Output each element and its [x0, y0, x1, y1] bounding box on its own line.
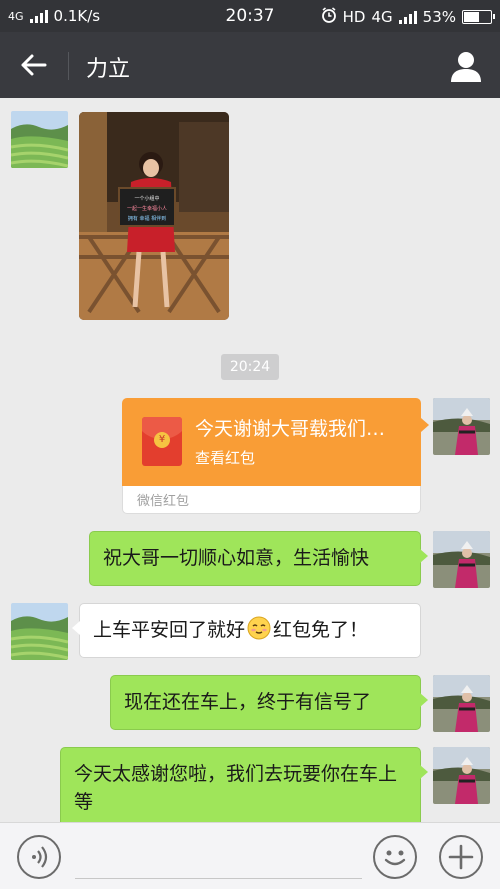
contact-avatar[interactable]	[11, 603, 68, 660]
status-bar: 4G 0.1K/s 20:37 HD 4G 53%	[0, 0, 500, 32]
battery-percent: 53%	[422, 8, 456, 26]
emoji-button[interactable]	[373, 835, 417, 879]
message-timestamp: 20:24	[221, 354, 279, 380]
voice-input-button[interactable]	[17, 835, 61, 879]
signal-strength-icon-right	[398, 10, 417, 24]
red-packet-title: 今天谢谢大哥载我们…	[195, 418, 386, 440]
self-avatar[interactable]	[433, 747, 490, 804]
more-functions-button[interactable]	[439, 835, 483, 879]
red-envelope-icon: ¥	[142, 417, 182, 466]
message-bubble-sent[interactable]: 现在还在车上，终于有信号了	[110, 675, 428, 730]
plus-icon	[448, 844, 474, 870]
photo-message[interactable]: 一个小组中 一起一生幸福小人 拥有 幸福 相伴到	[79, 112, 229, 320]
message-input[interactable]	[75, 837, 362, 879]
header-divider	[68, 52, 69, 80]
message-bubble-sent[interactable]: 今天太感谢您啦，我们去玩要你在车上等	[60, 747, 428, 822]
blush-emoji-icon	[247, 616, 271, 648]
rice-terrace-avatar-image	[11, 603, 68, 660]
message-text: 上车平安回了就好	[93, 619, 246, 641]
self-avatar-image	[433, 747, 490, 804]
sign-text-line-3: 拥有 幸福 相伴到	[128, 215, 166, 222]
self-avatar[interactable]	[433, 531, 490, 588]
message-text: 红包免了！	[273, 619, 369, 641]
battery-level-fill	[464, 12, 479, 22]
person-icon	[451, 52, 481, 82]
self-avatar-image	[433, 675, 490, 732]
rice-terrace-avatar-image	[11, 111, 68, 168]
contact-avatar[interactable]	[11, 111, 68, 168]
self-avatar-image	[433, 398, 490, 455]
hd-label: HD	[342, 8, 366, 26]
self-avatar-image	[433, 531, 490, 588]
red-packet-message[interactable]: ¥ 今天谢谢大哥载我们… 查看红包 微信红包	[122, 398, 429, 514]
chat-info-button[interactable]	[448, 48, 484, 84]
network-type-label-right: 4G	[371, 8, 393, 26]
smiley-icon	[384, 850, 406, 866]
chat-title: 力立	[86, 57, 131, 82]
chat-header: 力立	[0, 32, 500, 98]
voice-icon	[32, 846, 48, 868]
message-list[interactable]: 一个小组中 一起一生幸福小人 拥有 幸福 相伴到 20:24 ¥ 今天谢谢大哥载…	[0, 98, 500, 822]
sign-text-line-2: 一起一生幸福小人	[127, 205, 167, 212]
sign-text-line-1: 一个小组中	[134, 195, 159, 202]
photo-image: 一个小组中 一起一生幸福小人 拥有 幸福 相伴到	[79, 112, 229, 320]
message-bubble-sent[interactable]: 祝大哥一切顺心如意，生活愉快	[89, 531, 428, 586]
message-bubble-received[interactable]: 上车平安回了就好 红包免了！	[72, 603, 421, 658]
red-packet-footer: 微信红包	[122, 486, 421, 514]
input-bar	[0, 822, 500, 889]
back-arrow-icon	[21, 54, 47, 76]
battery-icon	[462, 10, 495, 24]
red-packet-body: ¥ 今天谢谢大哥载我们… 查看红包	[122, 398, 429, 486]
self-avatar[interactable]	[433, 675, 490, 732]
red-packet-action: 查看红包	[195, 449, 256, 467]
coin-glyph: ¥	[154, 432, 170, 448]
alarm-icon	[321, 7, 337, 27]
back-button[interactable]	[12, 45, 58, 85]
self-avatar[interactable]	[433, 398, 490, 455]
